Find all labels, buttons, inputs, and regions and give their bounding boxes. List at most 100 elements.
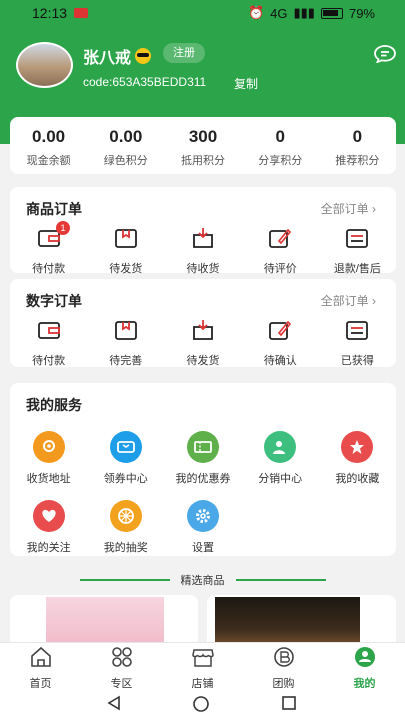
store-icon xyxy=(191,649,214,667)
order-label: 待完善 xyxy=(109,355,143,367)
avatar[interactable] xyxy=(16,42,73,88)
tab-mine[interactable]: 我的 xyxy=(324,643,405,690)
services-title: 我的服务 xyxy=(26,397,82,413)
inbox-download-icon xyxy=(193,228,213,248)
tab-group-buy[interactable]: 团购 xyxy=(243,643,324,690)
order-label: 待收货 xyxy=(186,263,220,275)
service-settings[interactable]: 设置 xyxy=(164,500,241,555)
stat-value: 0 xyxy=(352,127,363,146)
stat-label: 现金余额 xyxy=(26,155,71,167)
service-label: 领券中心 xyxy=(103,473,148,485)
status-bar: 12:13 ⏰ 4G ▮▮▮ 79% xyxy=(0,0,405,26)
order-label: 待确认 xyxy=(263,355,297,367)
sunglasses-emoji-icon xyxy=(135,48,152,64)
message-icon[interactable] xyxy=(374,45,396,63)
goods-orders-title: 商品订单 xyxy=(26,201,82,217)
service-label: 设置 xyxy=(191,542,214,554)
register-button[interactable]: 注册 xyxy=(163,43,205,63)
service-label: 收货地址 xyxy=(26,473,71,485)
battery-icon xyxy=(320,7,343,19)
service-lottery[interactable]: 我的抽奖 xyxy=(87,500,164,555)
digital-pending-confirm[interactable]: 待确认 xyxy=(242,319,319,368)
digital-pending-shipment[interactable]: 待发货 xyxy=(164,319,241,368)
username-text: 张八戒 xyxy=(83,50,132,67)
battery-percent: 79% xyxy=(348,5,375,21)
service-my-coupons[interactable]: 我的优惠券 xyxy=(164,431,241,486)
copy-button[interactable]: 复制 xyxy=(234,75,258,92)
order-pending-shipment[interactable]: 待发货 xyxy=(87,227,164,276)
alarm-icon: ⏰ xyxy=(247,5,265,20)
system-nav-bar xyxy=(0,688,405,720)
service-favorites[interactable]: 我的收藏 xyxy=(319,431,396,486)
order-label: 待发货 xyxy=(186,355,220,367)
order-label: 待付款 xyxy=(32,263,66,275)
service-coupon-center[interactable]: 领券中心 xyxy=(87,431,164,486)
order-pending-review[interactable]: 待评价 xyxy=(242,227,319,276)
digital-pending-payment[interactable]: 待付款 xyxy=(10,319,87,368)
recents-icon[interactable] xyxy=(281,695,297,711)
featured-products-heading: 精选商品 xyxy=(0,572,405,588)
digital-orders-card: 数字订单 全部订单 › 待付款 待完善 待发货 待确认 已获得 xyxy=(10,279,396,367)
stat-value: 0 xyxy=(275,127,285,146)
service-address[interactable]: 收货地址 xyxy=(10,431,87,486)
wallet-icon xyxy=(37,322,60,339)
star-icon xyxy=(341,431,374,463)
stat-cash-balance[interactable]: 0.00 现金余额 xyxy=(10,117,87,174)
goods-orders-card: 商品订单 全部订单 › 1 待付款 待发货 待收货 待评价 退款/售后 xyxy=(10,187,396,276)
order-label: 已获得 xyxy=(340,355,374,367)
service-label: 分销中心 xyxy=(258,473,303,485)
pending-payment-badge: 1 xyxy=(56,221,70,235)
package-icon xyxy=(114,229,137,248)
order-label: 退款/售后 xyxy=(333,263,381,275)
order-label: 待评价 xyxy=(263,263,297,275)
heart-icon xyxy=(32,500,65,532)
tab-store[interactable]: 店铺 xyxy=(162,643,243,690)
stat-label: 分享积分 xyxy=(258,155,303,167)
grid-icon xyxy=(111,647,132,667)
order-pending-receipt[interactable]: 待收货 xyxy=(164,227,241,276)
service-label: 我的关注 xyxy=(26,542,71,554)
package-icon xyxy=(114,321,137,340)
home-icon xyxy=(30,646,51,667)
stat-value: 300 xyxy=(188,127,218,146)
refund-list-icon xyxy=(346,229,369,248)
service-label: 我的收藏 xyxy=(335,473,380,485)
stat-deduction-points[interactable]: 300 抵用积分 xyxy=(164,117,241,174)
order-label: 待付款 xyxy=(32,355,66,367)
digital-orders-all-link[interactable]: 全部订单 › xyxy=(321,292,376,309)
divider-right xyxy=(236,579,326,581)
tab-zone[interactable]: 专区 xyxy=(81,643,162,690)
product-image xyxy=(215,597,360,643)
digital-obtained[interactable]: 已获得 xyxy=(319,319,396,368)
back-icon[interactable] xyxy=(106,695,122,711)
wallet-stats-card: 0.00 现金余额 0.00 绿色积分 300 抵用积分 0 分享积分 0 推荐积分 xyxy=(10,117,396,174)
product-card[interactable] xyxy=(10,595,198,643)
order-label: 待发货 xyxy=(109,263,143,275)
product-card[interactable] xyxy=(207,595,396,643)
goods-orders-all-link[interactable]: 全部订单 › xyxy=(321,200,376,217)
home-circle-icon[interactable] xyxy=(192,695,210,713)
order-refund-aftersale[interactable]: 退款/售后 xyxy=(319,227,396,276)
service-label: 我的优惠券 xyxy=(175,473,231,485)
app-notification-icon xyxy=(74,8,88,18)
tab-home[interactable]: 首页 xyxy=(0,643,81,690)
service-distribution[interactable]: 分销中心 xyxy=(242,431,319,486)
username: 张八戒 xyxy=(83,44,152,68)
network-label: 4G xyxy=(270,5,288,21)
service-following[interactable]: 我的关注 xyxy=(10,500,87,555)
status-time: 12:13 xyxy=(32,5,68,21)
digital-pending-completion[interactable]: 待完善 xyxy=(87,319,164,368)
stat-referral-points[interactable]: 0 推荐积分 xyxy=(319,117,396,174)
stat-label: 绿色积分 xyxy=(103,155,148,167)
digital-orders-title: 数字订单 xyxy=(26,293,82,309)
my-services-card: 我的服务 收货地址 领券中心 我的优惠券 分销中心 我的收藏 我的关注 我的抽奖 xyxy=(10,383,396,556)
featured-title: 精选商品 xyxy=(180,575,225,587)
order-pending-payment[interactable]: 1 待付款 xyxy=(10,221,87,276)
stat-green-points[interactable]: 0.00 绿色积分 xyxy=(87,117,164,174)
service-label: 我的抽奖 xyxy=(103,542,148,554)
group-buy-icon xyxy=(273,647,294,667)
stat-share-points[interactable]: 0 分享积分 xyxy=(242,117,319,174)
ticket-icon xyxy=(109,431,142,463)
stat-value: 0.00 xyxy=(109,127,143,146)
stat-label: 抵用积分 xyxy=(181,155,225,167)
